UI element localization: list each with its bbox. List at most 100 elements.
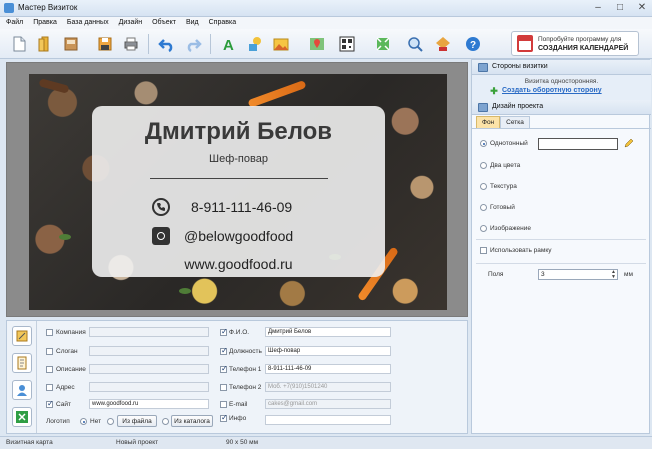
calendar-promo-button[interactable]: Попробуйте программу для СОЗДАНИЯ КАЛЕНД… (511, 31, 639, 56)
svg-text:?: ? (470, 40, 476, 51)
margins-unit: мм (624, 271, 633, 278)
position-input[interactable]: Шеф-повар (265, 346, 391, 356)
map-icon[interactable] (306, 33, 328, 55)
email-checkbox[interactable] (220, 401, 227, 408)
phone2-placeholder: Моб. +7(910)1501240 (268, 384, 328, 390)
tab-grid[interactable]: Сетка (500, 116, 530, 128)
radio-texture[interactable] (480, 183, 487, 190)
zoom-icon[interactable] (404, 33, 426, 55)
use-frame-checkbox[interactable] (480, 247, 487, 254)
description-label: Описание (56, 366, 86, 373)
sides-header[interactable]: Стороны визитки (472, 60, 651, 75)
fit-icon[interactable] (372, 33, 394, 55)
logo-label: Логотип (46, 418, 70, 425)
logo-none-radio[interactable] (80, 418, 87, 425)
qr-code-icon[interactable] (336, 33, 358, 55)
side-tool-icons (7, 321, 37, 433)
address-input[interactable] (89, 382, 209, 392)
radio-image[interactable] (480, 225, 487, 232)
business-card[interactable]: Дмитрий Белов Шеф-повар 8-911-111-46-09 … (29, 74, 447, 310)
design-header-label: Дизайн проекта (492, 103, 544, 110)
svg-text:A: A (223, 37, 234, 53)
site-checkbox[interactable] (46, 399, 54, 408)
excel-icon[interactable] (12, 407, 32, 427)
redo-icon[interactable] (182, 33, 204, 55)
margins-input[interactable]: 3 ▲ ▼ (538, 269, 618, 280)
maximize-button[interactable]: □ (614, 2, 626, 14)
logo-catalog-radio[interactable] (162, 418, 169, 425)
address-checkbox[interactable] (46, 384, 53, 391)
fio-input[interactable]: Дмитрий Белов (265, 327, 391, 337)
templates-icon[interactable] (60, 33, 82, 55)
title-bar: Мастер Визиток – □ ✕ (0, 0, 652, 17)
menu-file[interactable]: Файл (6, 17, 23, 29)
save-icon[interactable] (94, 33, 116, 55)
fio-label: Ф.И.О. (229, 329, 250, 336)
calendar-icon (517, 35, 533, 52)
card-phone[interactable]: 8-911-111-46-09 (191, 199, 292, 215)
promo-line-2: СОЗДАНИЯ КАЛЕНДАРЕЙ (538, 45, 629, 52)
description-checkbox[interactable] (46, 366, 53, 373)
company-checkbox[interactable] (46, 329, 53, 336)
menu-help[interactable]: Справка (209, 17, 236, 29)
card-site[interactable]: www.goodfood.ru (92, 256, 385, 272)
address-label: Адрес (56, 384, 75, 391)
logo-from-catalog-button[interactable]: Из каталога (171, 415, 213, 427)
menu-edit[interactable]: Правка (33, 17, 57, 29)
logo-none-label: Нет (90, 418, 102, 425)
image-icon[interactable] (270, 33, 292, 55)
new-file-icon[interactable] (8, 33, 30, 55)
contacts-icon[interactable] (12, 380, 32, 400)
menu-view[interactable]: Вид (186, 17, 199, 29)
position-label: Должность (229, 348, 262, 355)
color-picker-field[interactable] (538, 138, 618, 150)
phone1-input[interactable]: 8-911-111-46-09 (265, 364, 391, 374)
open-folder-icon[interactable] (34, 33, 56, 55)
menu-design[interactable]: Дизайн (119, 17, 143, 29)
shapes-icon[interactable] (244, 33, 266, 55)
site-input[interactable]: www.goodfood.ru (89, 399, 209, 409)
position-checkbox[interactable] (220, 346, 228, 355)
phone1-checkbox[interactable] (220, 364, 228, 373)
radio-solid[interactable] (480, 140, 487, 147)
spin-arrows-icon[interactable]: ▲ ▼ (611, 270, 616, 280)
radio-ready[interactable] (480, 204, 487, 211)
menu-object[interactable]: Объект (152, 17, 176, 29)
minimize-button[interactable]: – (592, 2, 604, 14)
phone2-label: Телефон 2 (229, 384, 262, 391)
site-label: Сайт (56, 401, 71, 408)
info-input[interactable] (265, 415, 391, 425)
tab-background[interactable]: Фон (476, 116, 501, 128)
phone2-input[interactable]: Моб. +7(910)1501240 (265, 382, 391, 392)
document-icon[interactable] (12, 353, 32, 373)
card-name[interactable]: Дмитрий Белов (92, 118, 385, 146)
edit-card-icon[interactable] (12, 326, 32, 346)
separator (476, 263, 646, 264)
fio-checkbox[interactable] (220, 327, 228, 336)
pencil-icon[interactable] (624, 138, 634, 148)
export-icon[interactable] (432, 33, 454, 55)
print-icon[interactable] (120, 33, 142, 55)
design-header[interactable]: Дизайн проекта (472, 100, 651, 115)
menu-database[interactable]: База данных (67, 17, 109, 29)
close-button[interactable]: ✕ (636, 2, 648, 14)
description-input[interactable] (89, 364, 209, 374)
sides-info-text: Визитка односторонняя. (524, 78, 599, 85)
email-input[interactable]: cakes@gmail.com (265, 399, 391, 409)
logo-from-file-button[interactable]: Из файла (117, 415, 157, 427)
undo-icon[interactable] (156, 33, 178, 55)
company-input[interactable] (89, 327, 209, 337)
leaf-decoration (59, 234, 71, 240)
radio-two-colors[interactable] (480, 162, 487, 169)
slogan-input[interactable] (89, 346, 209, 356)
text-icon[interactable]: A (218, 33, 240, 55)
slogan-checkbox[interactable] (46, 348, 53, 355)
create-back-side-link[interactable]: Создать оборотную сторону (502, 87, 602, 94)
phone2-checkbox[interactable] (220, 384, 227, 391)
info-checkbox[interactable] (220, 413, 228, 422)
card-instagram[interactable]: @belowgoodfood (184, 228, 293, 244)
logo-file-radio[interactable] (107, 418, 114, 425)
email-placeholder: cakes@gmail.com (268, 401, 318, 407)
help-icon[interactable]: ? (462, 33, 484, 55)
card-position[interactable]: Шеф-повар (92, 153, 385, 165)
